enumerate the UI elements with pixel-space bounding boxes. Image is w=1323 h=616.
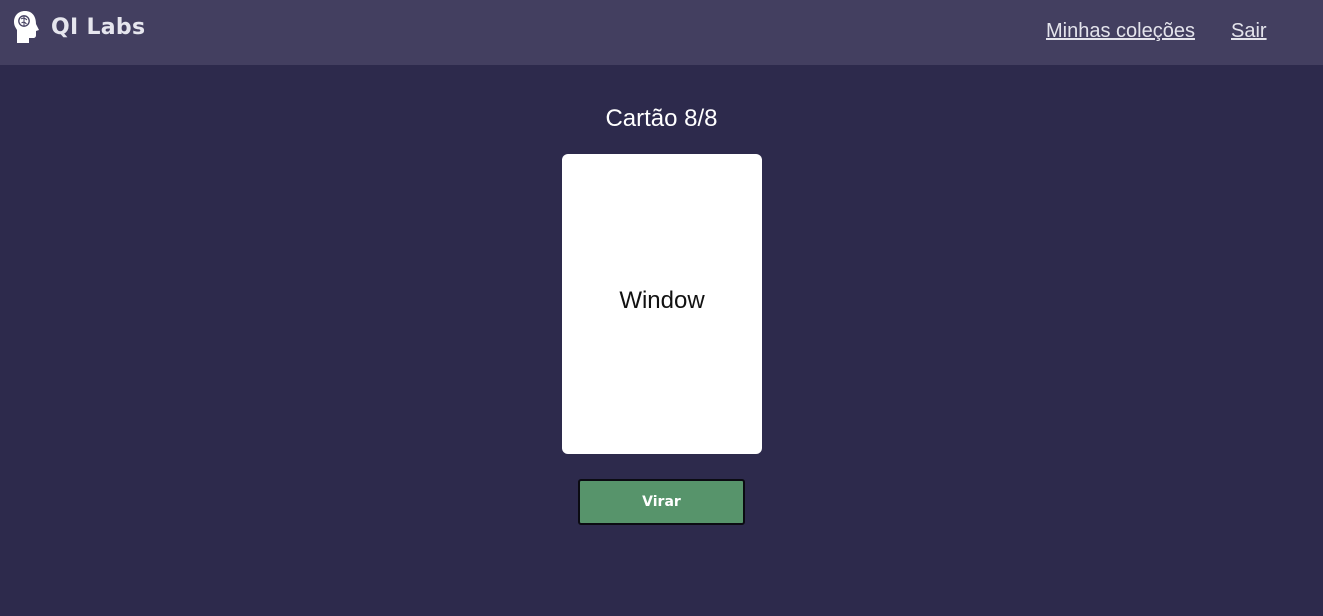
nav-my-collections-link[interactable]: Minhas coleções	[1046, 20, 1195, 43]
navbar: QI Labs Minhas coleções Sair	[0, 0, 1323, 65]
nav-logout-link[interactable]: Sair	[1231, 20, 1267, 43]
head-brain-icon	[13, 10, 41, 44]
flashcard[interactable]: Window	[562, 154, 762, 454]
flashcard-text: Window	[619, 287, 705, 314]
brand-name: QI Labs	[51, 14, 146, 40]
brand-logo-link[interactable]: QI Labs	[13, 9, 145, 45]
card-counter: Cartão 8/8	[605, 105, 718, 132]
flip-button[interactable]: Virar	[578, 479, 745, 525]
